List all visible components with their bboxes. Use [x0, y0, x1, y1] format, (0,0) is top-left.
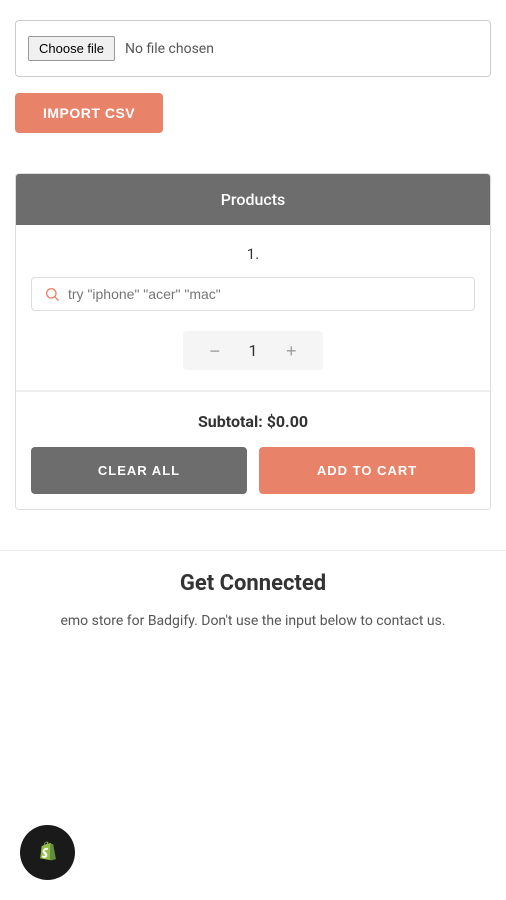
get-connected-description: emo store for Badgify. Don't use the inp…: [20, 610, 486, 632]
products-section: Products 1. − 1 + Subtotal: $0.00 CLEAR …: [15, 173, 491, 510]
increase-quantity-button[interactable]: +: [268, 342, 315, 360]
add-to-cart-button[interactable]: ADD TO CART: [259, 447, 475, 494]
clear-all-button[interactable]: CLEAR ALL: [31, 447, 247, 494]
product-number: 1.: [31, 245, 475, 263]
quantity-value: 1: [238, 341, 268, 360]
quantity-control: − 1 +: [183, 331, 323, 370]
choose-file-button[interactable]: Choose file: [28, 36, 115, 61]
search-box: [31, 277, 475, 311]
decrease-quantity-button[interactable]: −: [191, 342, 238, 360]
products-title: Products: [221, 190, 286, 209]
get-connected-section: Get Connected emo store for Badgify. Don…: [0, 550, 506, 652]
shopify-badge[interactable]: [20, 825, 75, 880]
subtotal-display: Subtotal: $0.00: [31, 412, 475, 431]
no-file-label: No file chosen: [125, 41, 214, 57]
get-connected-title: Get Connected: [20, 571, 486, 596]
subtotal-label: Subtotal:: [198, 412, 267, 431]
subtotal-section: Subtotal: $0.00 CLEAR ALL ADD TO CART: [16, 391, 490, 509]
products-header: Products: [16, 174, 490, 225]
search-input[interactable]: [68, 286, 462, 302]
subtotal-amount: $0.00: [267, 412, 308, 431]
import-csv-button[interactable]: IMPORT CSV: [15, 93, 163, 133]
file-input-wrapper: Choose file No file chosen: [15, 20, 491, 77]
product-item: 1. − 1 +: [16, 225, 490, 391]
action-buttons: CLEAR ALL ADD TO CART: [31, 447, 475, 494]
file-upload-section: Choose file No file chosen IMPORT CSV: [0, 0, 506, 143]
search-icon: [44, 286, 60, 302]
